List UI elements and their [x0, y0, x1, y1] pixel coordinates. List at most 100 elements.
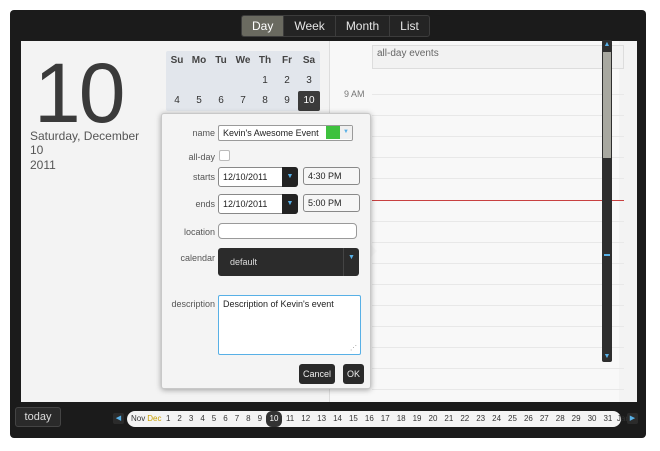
strip-day[interactable]: 6 — [220, 411, 231, 427]
chevron-down-icon[interactable]: ▼ — [282, 167, 298, 187]
mini-day[interactable]: 6 — [210, 91, 232, 111]
hour-line — [372, 347, 624, 348]
strip-day[interactable]: 1 — [162, 411, 173, 427]
starts-time-field[interactable]: 4:30 PM — [303, 167, 360, 185]
strip-day[interactable]: 25 — [505, 411, 521, 427]
weekday-label: Mo — [191, 55, 207, 66]
day-year: 2011 — [30, 158, 56, 172]
strip-day[interactable]: 4 — [197, 411, 208, 427]
mini-day[interactable]: 2 — [276, 71, 298, 91]
strip-day[interactable]: 31 — [600, 411, 616, 427]
month-prev[interactable]: Nov — [130, 411, 146, 427]
weekday-label: Fr — [282, 55, 292, 66]
mini-calendar-weekdays: Su Mo Tu We Th Fr Sa — [166, 51, 320, 71]
strip-day[interactable]: 5 — [208, 411, 219, 427]
mini-calendar-week: 1 2 3 — [166, 71, 320, 91]
all-day-checkbox[interactable] — [219, 150, 230, 161]
scroll-marker — [604, 254, 610, 256]
hour-line — [372, 242, 624, 243]
hour-line — [372, 157, 624, 158]
mini-day[interactable]: 4 — [166, 91, 188, 111]
scroll-thumb[interactable] — [603, 52, 611, 158]
all-day-label: all-day — [188, 152, 215, 162]
hour-line — [372, 115, 624, 116]
tab-month[interactable]: Month — [336, 16, 391, 36]
strip-day[interactable]: 9 — [254, 411, 265, 427]
resize-grip-icon[interactable]: ⋰ — [350, 344, 357, 352]
strip-day[interactable]: 18 — [393, 411, 409, 427]
mini-day[interactable]: 9 — [276, 91, 298, 111]
ends-time-field[interactable]: 5:00 PM — [303, 194, 360, 212]
weekday-label: Su — [170, 55, 184, 66]
strip-day[interactable]: 7 — [231, 411, 242, 427]
strip-day[interactable]: 17 — [377, 411, 393, 427]
strip-day[interactable]: 11 — [282, 411, 297, 427]
strip-day[interactable]: 24 — [489, 411, 505, 427]
day-grid: all-day events 9 AM — [329, 41, 624, 402]
ok-button[interactable]: OK — [343, 364, 364, 384]
mini-day[interactable] — [232, 71, 254, 91]
scroll-up-arrow-icon[interactable]: ▲ — [602, 40, 612, 50]
strip-day[interactable]: 27 — [536, 411, 552, 427]
strip-day[interactable]: 3 — [185, 411, 196, 427]
mini-day[interactable]: 3 — [298, 71, 320, 91]
strip-day[interactable]: 12 — [298, 411, 314, 427]
ends-date-picker[interactable]: 12/10/2011 ▼ — [218, 194, 298, 214]
scroll-down-arrow-icon[interactable]: ▼ — [602, 352, 612, 362]
strip-day[interactable]: 28 — [552, 411, 568, 427]
strip-day[interactable]: 22 — [457, 411, 473, 427]
tab-week[interactable]: Week — [284, 16, 336, 36]
strip-day[interactable]: 2 — [174, 411, 185, 427]
hour-line — [372, 221, 624, 222]
location-input[interactable] — [218, 223, 357, 239]
mini-calendar: Su Mo Tu We Th Fr Sa 1 2 3 4 5 6 7 8 9 1… — [166, 51, 320, 111]
tab-day[interactable]: Day — [242, 16, 285, 36]
grid-scrollbar[interactable]: ▲ ▼ — [602, 40, 612, 362]
mini-day[interactable]: 5 — [188, 91, 210, 111]
strip-day[interactable]: 30 — [584, 411, 600, 427]
mini-day[interactable]: 1 — [254, 71, 276, 91]
month-current[interactable]: Dec — [146, 411, 162, 427]
day-strip: Nov Dec 1 2 3 4 5 6 7 8 9 10 11 12 13 14… — [127, 411, 630, 427]
strip-day[interactable]: 20 — [425, 411, 441, 427]
hour-line — [372, 389, 624, 390]
starts-date-value: 12/10/2011 — [223, 172, 268, 182]
tab-list[interactable]: List — [390, 16, 429, 36]
calendar-select[interactable]: default ▼ — [218, 248, 359, 276]
hour-line — [372, 94, 624, 95]
description-textarea[interactable]: Description of Kevin's event ⋰ — [218, 295, 361, 355]
strip-day[interactable]: 19 — [409, 411, 425, 427]
starts-date-picker[interactable]: 12/10/2011 ▼ — [218, 167, 298, 187]
hour-line — [372, 305, 624, 306]
mini-day[interactable] — [210, 71, 232, 91]
chevron-down-icon[interactable]: ▼ — [282, 194, 298, 214]
event-color-swatch[interactable] — [326, 126, 340, 139]
mini-day[interactable] — [166, 71, 188, 91]
chevron-down-icon[interactable]: ▼ — [343, 248, 359, 276]
strip-day[interactable]: 13 — [314, 411, 330, 427]
mini-day[interactable]: 7 — [232, 91, 254, 111]
cancel-button[interactable]: Cancel — [299, 364, 335, 384]
mini-day-selected[interactable]: 10 — [298, 91, 320, 111]
strip-day[interactable]: 15 — [345, 411, 361, 427]
mini-day[interactable]: 8 — [254, 91, 276, 111]
popup-pointer — [370, 244, 377, 258]
strip-day[interactable]: 16 — [361, 411, 377, 427]
today-button[interactable]: today — [15, 407, 61, 427]
strip-day-selected[interactable]: 10 — [265, 411, 283, 427]
strip-day[interactable]: 8 — [243, 411, 254, 427]
prev-arrow-icon[interactable]: ◀ — [113, 413, 124, 424]
all-day-events-area[interactable]: all-day events — [372, 45, 624, 69]
strip-day[interactable]: 14 — [330, 411, 346, 427]
day-number: 10 — [34, 46, 125, 140]
strip-day[interactable]: 21 — [441, 411, 457, 427]
strip-day[interactable]: 26 — [520, 411, 536, 427]
hour-line — [372, 178, 624, 179]
mini-day[interactable] — [188, 71, 210, 91]
calendar-select-value: default — [230, 257, 258, 267]
color-dropdown-icon[interactable]: ▼ — [340, 126, 352, 139]
strip-day[interactable]: 29 — [568, 411, 584, 427]
strip-day[interactable]: 23 — [473, 411, 489, 427]
next-arrow-icon[interactable]: ▶ — [627, 413, 638, 424]
hour-line — [372, 326, 624, 327]
